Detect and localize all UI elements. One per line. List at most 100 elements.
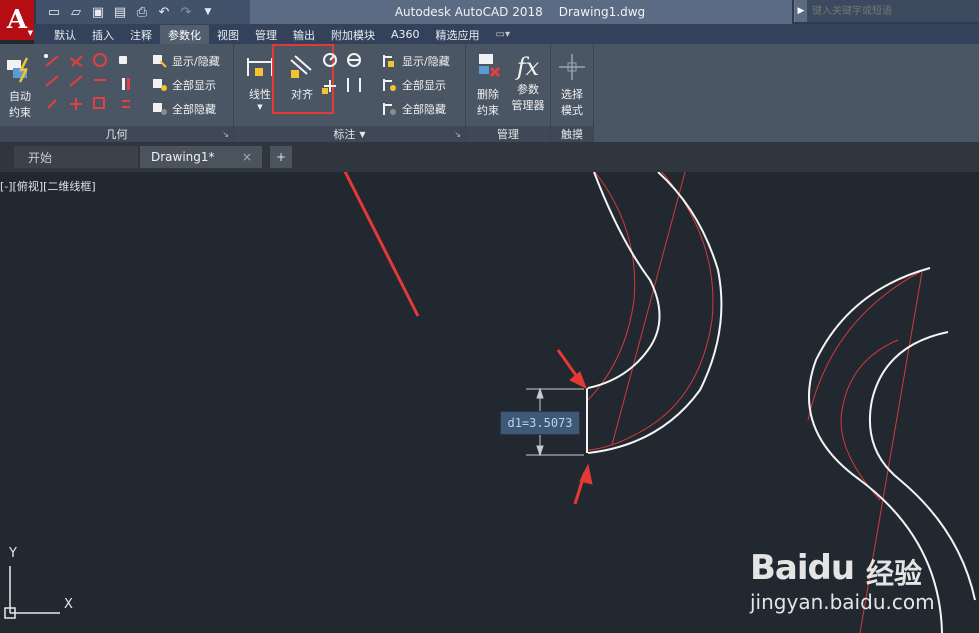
manage-title-text: 管理 <box>497 128 519 141</box>
linear-dimension-icon <box>247 58 273 76</box>
title-app-name: Autodesk AutoCAD 2018 <box>394 5 543 19</box>
tab-view[interactable]: 视图 <box>209 25 247 44</box>
red-guide-line-1 <box>611 172 686 446</box>
delete-constraints-icon <box>479 54 501 78</box>
select-mode-button[interactable]: 选择 模式 <box>553 52 591 119</box>
tab-insert[interactable]: 插入 <box>84 25 122 44</box>
start-tab-label: 开始 <box>28 150 53 165</box>
crosshair-icon <box>559 54 585 80</box>
select-title-text: 触摸 <box>561 128 583 141</box>
geometry-hide-all-label: 全部隐藏 <box>172 103 216 116</box>
dim-show-hide-button[interactable]: 显示/隐藏 <box>382 53 450 69</box>
dim-hide-all-button[interactable]: 全部隐藏 <box>382 101 446 117</box>
title-file-name: Drawing1.dwg <box>558 5 646 19</box>
panel-geometry: 自动 约束 显示/隐藏 全部显示 全部隐藏 几何 ↘ <box>0 44 234 142</box>
tab-annotate[interactable]: 注释 <box>122 25 160 44</box>
dim-show-hide-label: 显示/隐藏 <box>402 55 450 68</box>
new-tab-button[interactable]: + <box>270 146 292 168</box>
panel-manage: 删除 约束 fx 参数 管理器 管理 <box>466 44 551 142</box>
search-input[interactable] <box>807 4 974 18</box>
geometry-show-hide-button[interactable]: 显示/隐藏 <box>152 53 220 69</box>
dim-arrow-top <box>536 387 544 399</box>
tab-a360[interactable]: A360 <box>383 25 428 44</box>
drawing-tab-label: Drawing1* <box>151 150 215 164</box>
save-icon[interactable]: ▣ <box>88 3 108 21</box>
delete-label-1: 删除 <box>477 88 499 101</box>
annotation-arrowhead-bottom <box>579 463 593 485</box>
annotation-arrowhead-top <box>569 371 587 390</box>
params-label-2: 管理器 <box>511 99 545 112</box>
panel-title-dimensional[interactable]: 标注 ▼ ↘ <box>234 126 465 142</box>
geometry-title-text: 几何 <box>105 128 128 141</box>
function-fx-icon: fx <box>516 53 540 81</box>
app-logo-letter: A <box>6 5 28 35</box>
panel-launcher-icon[interactable]: ↘ <box>222 130 229 139</box>
parameters-manager-button[interactable]: fx 参数 管理器 <box>506 52 550 114</box>
delete-label-2: 约束 <box>477 104 499 117</box>
undo-icon[interactable]: ↶ <box>154 3 174 21</box>
window-title: Autodesk AutoCAD 2018 Drawing1.dwg <box>250 0 790 24</box>
quick-access-toolbar: ▭ ▱ ▣ ▤ ⎙ ↶ ↷ ▼ <box>36 0 250 24</box>
auto-constrain-label-1: 自动 <box>9 90 31 103</box>
dim-show-all-label: 全部显示 <box>402 79 446 92</box>
new-file-icon[interactable]: ▭ <box>44 3 64 21</box>
red-guide-line-2 <box>587 172 636 401</box>
dim-show-all-icon <box>383 79 396 91</box>
ucs-x-label: X <box>64 597 73 612</box>
auto-constrain-label-2: 约束 <box>9 106 31 119</box>
annotation-arrow-to-ribbon <box>343 172 420 317</box>
dimensional-dropdown-icon[interactable]: ▼ <box>359 130 365 139</box>
save-as-icon[interactable]: ▤ <box>110 3 130 21</box>
delete-constraints-button[interactable]: 删除 约束 <box>470 52 506 119</box>
tab-default[interactable]: 默认 <box>46 25 84 44</box>
baidu-watermark-url: jingyan.baidu.com <box>750 590 935 614</box>
search-bar: ▶ <box>794 0 979 22</box>
tab-parametric[interactable]: 参数化 <box>160 25 209 44</box>
panel-select-mode: 选择 模式 触摸 <box>551 44 594 142</box>
tab-manage[interactable]: 管理 <box>247 25 285 44</box>
dimension-more-icons <box>322 53 361 94</box>
select-label-1: 选择 <box>561 88 583 101</box>
geometry-show-all-label: 全部显示 <box>172 79 216 92</box>
dimensional-title-text: 标注 <box>333 128 356 141</box>
dim-panel-launcher-icon[interactable]: ↘ <box>454 130 461 139</box>
select-label-2: 模式 <box>561 104 583 117</box>
print-icon[interactable]: ⎙ <box>132 3 152 21</box>
redo-icon[interactable]: ↷ <box>176 3 196 21</box>
tab-output[interactable]: 输出 <box>285 25 323 44</box>
params-label-1: 参数 <box>517 83 539 96</box>
red-guide-line-6 <box>807 271 921 421</box>
geometric-constraint-icon-grid <box>44 53 130 110</box>
auto-constrain-button[interactable]: 自动 约束 <box>4 54 36 121</box>
dim-arrow-bottom <box>536 445 544 457</box>
show-all-icon <box>153 79 167 91</box>
ucs-y-label: Y <box>9 546 17 561</box>
plus-icon: + <box>275 150 287 164</box>
hide-all-icon <box>153 103 167 115</box>
white-curve-inner <box>587 172 661 389</box>
application-menu-button[interactable]: A ▼ <box>0 0 34 40</box>
qat-customize-icon[interactable]: ▼ <box>198 3 218 21</box>
dimension-value-label[interactable]: d1=3.5073 <box>500 411 580 435</box>
dim-hide-all-label: 全部隐藏 <box>402 103 446 116</box>
close-icon[interactable]: × <box>242 150 252 164</box>
ribbon-options-icon[interactable]: ▭▾ <box>488 25 518 44</box>
chevron-down-icon: ▼ <box>27 28 33 37</box>
white-curve-outer <box>587 172 723 454</box>
show-hide-constraint-icon <box>153 55 167 68</box>
start-tab[interactable]: 开始 <box>14 146 138 168</box>
open-folder-icon[interactable]: ▱ <box>66 3 86 21</box>
geometry-show-hide-label: 显示/隐藏 <box>172 55 220 68</box>
search-expand-icon[interactable]: ▶ <box>795 0 807 22</box>
tab-addins[interactable]: 附加模块 <box>323 25 383 44</box>
geometry-hide-all-button[interactable]: 全部隐藏 <box>152 101 216 117</box>
ucs-axes <box>4 566 60 619</box>
drawing-tab[interactable]: Drawing1* × <box>140 146 262 168</box>
dim-show-hide-icon <box>383 55 394 67</box>
tab-featured-apps[interactable]: 精选应用 <box>428 25 488 44</box>
dim-hide-all-icon <box>383 103 396 115</box>
geometry-show-all-button[interactable]: 全部显示 <box>152 77 216 93</box>
ribbon-tab-bar: 默认 插入 注释 参数化 视图 管理 输出 附加模块 A360 精选应用 ▭▾ <box>34 24 979 44</box>
document-tab-bar: 开始 Drawing1* × + <box>0 142 979 172</box>
dim-show-all-button[interactable]: 全部显示 <box>382 77 446 93</box>
